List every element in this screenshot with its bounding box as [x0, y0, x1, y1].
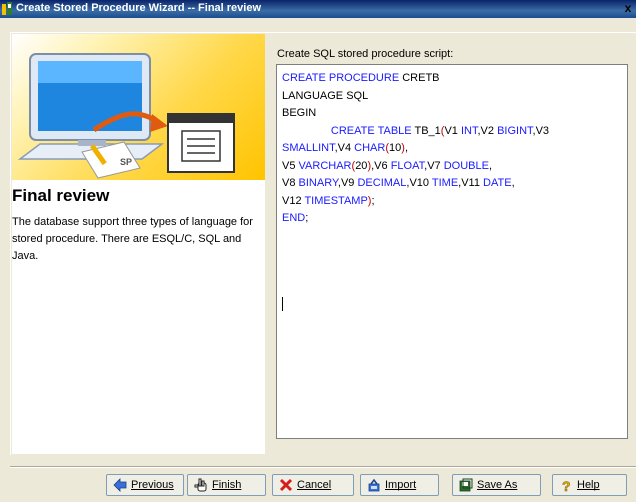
- help-label: Help: [577, 479, 600, 491]
- script-label: Create SQL stored procedure script:: [277, 48, 454, 60]
- wizard-illustration: SP: [17, 53, 235, 179]
- wizard-app-icon: [2, 2, 12, 15]
- finish-button[interactable]: Finish: [187, 474, 266, 496]
- wizard-banner: SP: [12, 34, 265, 180]
- code-line: CREATE PROCEDURE CRETB: [282, 72, 440, 84]
- sp-label: SP: [120, 157, 132, 167]
- button-separator: [10, 466, 636, 468]
- window-title: Create Stored Procedure Wizard -- Final …: [16, 2, 262, 14]
- text-caret: [282, 297, 283, 311]
- code-line: V5 VARCHAR(20),V6 FLOAT,V7 DOUBLE,: [282, 159, 493, 172]
- finish-label: Finish: [212, 479, 242, 491]
- finish-hand-icon: [194, 478, 207, 492]
- save-as-button[interactable]: Save As: [452, 474, 541, 496]
- cancel-label: Cancel: [297, 479, 332, 491]
- help-button[interactable]: ? Help: [552, 474, 627, 496]
- code-line: END;: [282, 212, 309, 224]
- code-line: CREATE TABLE TB_1(V1 INT,V2 BIGINT,V3: [330, 124, 550, 137]
- previous-button[interactable]: Previous: [106, 474, 184, 496]
- close-icon[interactable]: x: [622, 1, 634, 15]
- code-line: SMALLINT,V4 CHAR(10),: [282, 142, 408, 154]
- save-as-icon: [459, 478, 473, 492]
- previous-label: Previous: [131, 479, 174, 491]
- cancel-x-icon: [279, 478, 293, 492]
- title-bar: Create Stored Procedure Wizard -- Final …: [0, 0, 636, 18]
- code-line: BEGIN: [282, 107, 317, 119]
- step-description: The database support three types of lang…: [12, 216, 253, 262]
- cancel-button[interactable]: Cancel: [272, 474, 354, 496]
- save-as-label: Save As: [477, 479, 518, 491]
- help-question-icon: ?: [562, 478, 571, 492]
- step-heading: Final review: [12, 186, 110, 205]
- sql-script-editor[interactable]: CREATE PROCEDURE CRETB LANGUAGE SQL BEGIN …: [276, 64, 628, 439]
- left-panel: SP Final review The database support thr…: [12, 34, 265, 454]
- svg-text:?: ?: [562, 478, 571, 492]
- import-button[interactable]: Import: [360, 474, 439, 496]
- left-arrow-icon: [113, 478, 127, 492]
- sql-code[interactable]: CREATE PROCEDURE CRETB LANGUAGE SQL BEGIN …: [282, 70, 549, 228]
- code-line: LANGUAGE SQL: [282, 89, 369, 102]
- code-line: V8 BINARY,V9 DECIMAL,V10 TIME,V11 DATE,: [282, 177, 515, 189]
- import-label: Import: [385, 479, 417, 491]
- code-line: V12 TIMESTAMP);: [282, 194, 375, 207]
- import-icon: [368, 478, 380, 492]
